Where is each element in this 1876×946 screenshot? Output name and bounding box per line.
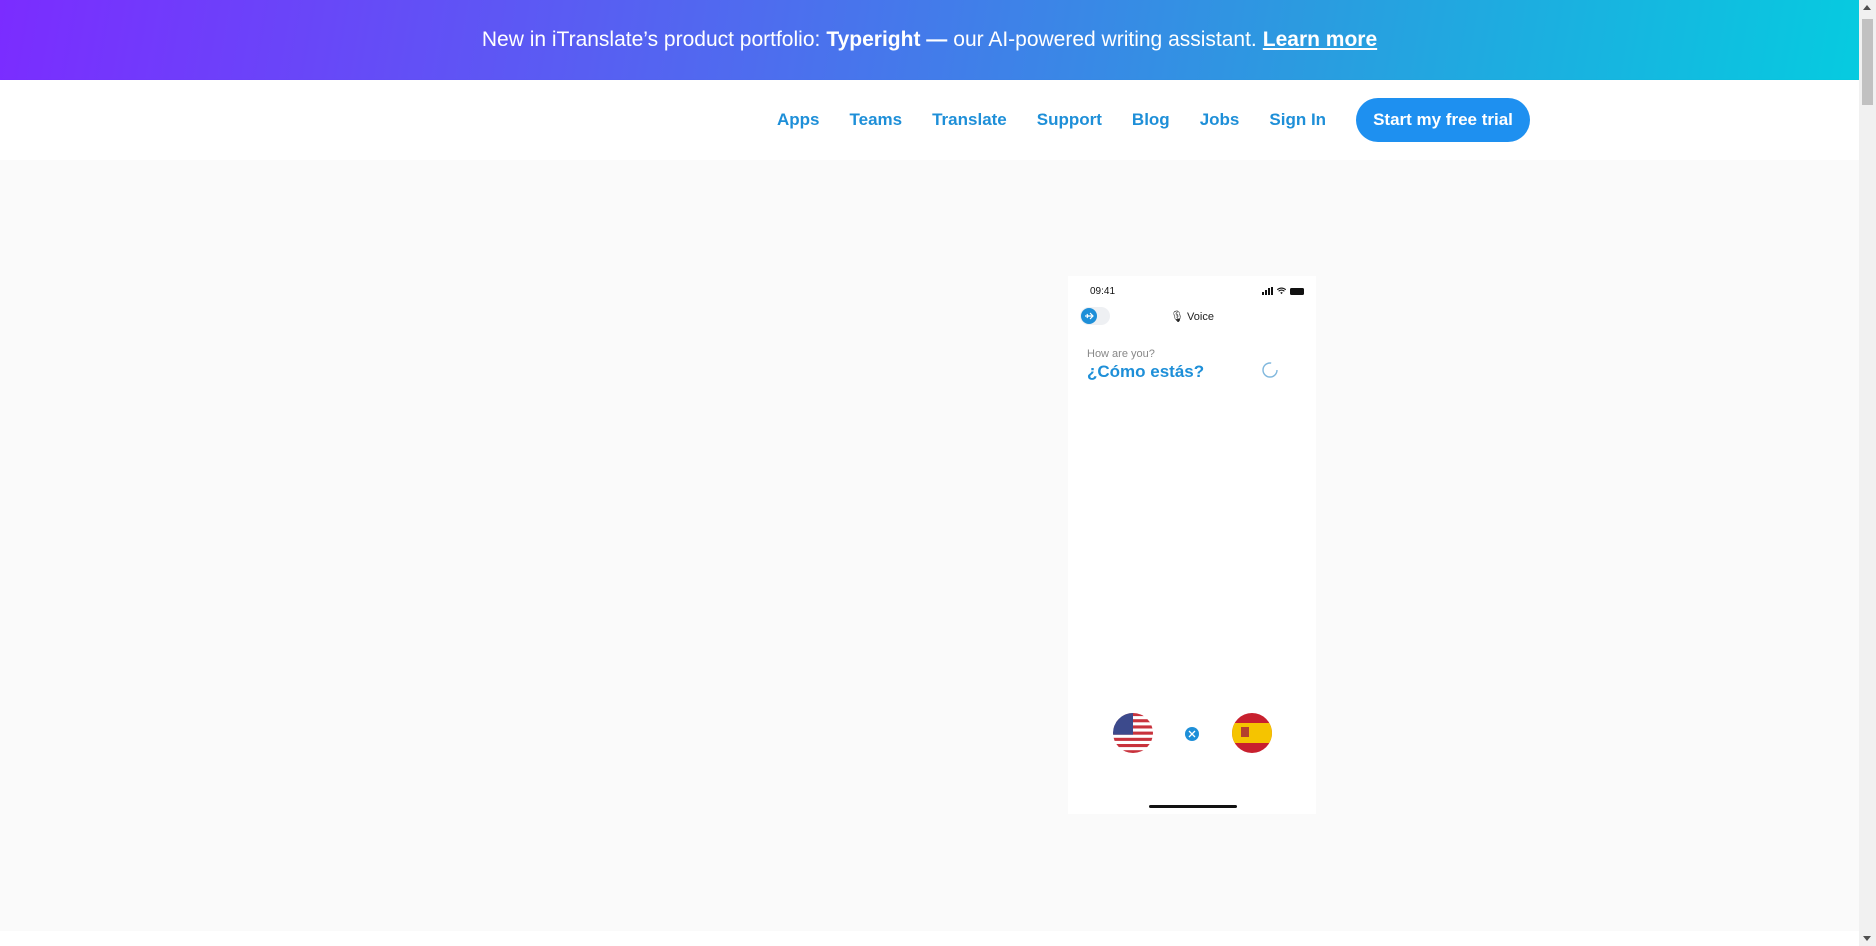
banner-suffix: our AI-powered writing assistant. <box>953 28 1257 51</box>
source-text: How are you? <box>1087 348 1155 360</box>
scrollbar[interactable] <box>1859 0 1876 946</box>
nav-jobs[interactable]: Jobs <box>1200 110 1240 130</box>
swap-languages-button[interactable] <box>1185 727 1199 741</box>
announcement-banner: New in iTranslate’s product portfolio: T… <box>0 0 1859 80</box>
status-bar: 09:41 <box>1090 284 1304 298</box>
main-nav: Apps Teams Translate Support Blog Jobs S… <box>777 80 1530 160</box>
home-indicator <box>1149 805 1237 808</box>
spain-flag-icon[interactable] <box>1232 713 1272 753</box>
phone-mockup: 09:41 🎙 Voice How are you? ¿Cómo estás? <box>1068 276 1316 814</box>
nav-translate[interactable]: Translate <box>932 110 1007 130</box>
banner-product: Typeright — <box>826 28 948 51</box>
airplane-icon <box>1081 308 1097 324</box>
start-free-trial-button[interactable]: Start my free trial <box>1356 98 1530 142</box>
scroll-down-icon[interactable] <box>1863 936 1871 941</box>
hero-section <box>0 160 1859 931</box>
nav-sign-in[interactable]: Sign In <box>1269 110 1326 130</box>
nav-apps[interactable]: Apps <box>777 110 820 130</box>
learn-more-link[interactable]: Learn more <box>1263 28 1377 52</box>
page-bottom-strip <box>0 931 1859 946</box>
voice-mode-label[interactable]: 🎙 Voice <box>1080 310 1304 323</box>
signal-icon <box>1262 287 1273 295</box>
us-flag-icon[interactable] <box>1113 713 1153 753</box>
voice-mode-text: Voice <box>1187 310 1214 323</box>
loading-spinner-icon <box>1262 362 1278 378</box>
scroll-thumb[interactable] <box>1862 19 1873 105</box>
translated-text: ¿Cómo estás? <box>1087 362 1205 381</box>
airplane-mode-toggle[interactable] <box>1080 307 1110 325</box>
scroll-up-icon[interactable] <box>1863 5 1871 10</box>
status-time: 09:41 <box>1090 285 1116 297</box>
nav-teams[interactable]: Teams <box>850 110 903 130</box>
nav-blog[interactable]: Blog <box>1132 110 1170 130</box>
app-toolbar: 🎙 Voice <box>1080 306 1304 326</box>
banner-prefix: New in iTranslate’s product portfolio: <box>481 28 821 51</box>
nav-support[interactable]: Support <box>1037 110 1102 130</box>
site-header: Apps Teams Translate Support Blog Jobs S… <box>0 80 1859 160</box>
battery-icon <box>1290 287 1304 295</box>
wifi-icon <box>1277 287 1286 295</box>
